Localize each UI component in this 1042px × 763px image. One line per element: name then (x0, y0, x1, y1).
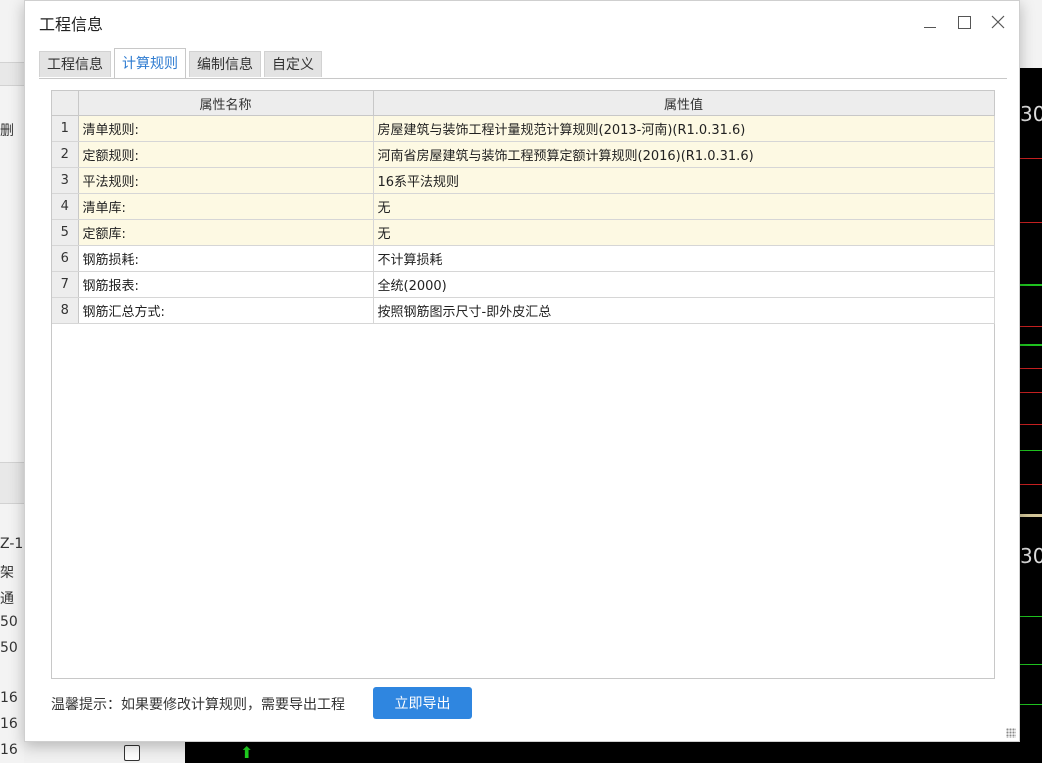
tab-divider (39, 78, 1007, 79)
canvas-dimension-label: 30 (1020, 544, 1042, 568)
table-row[interactable]: 2 定额规则: 河南省房屋建筑与装饰工程预算定额计算规则(2016)(R1.0.… (52, 141, 995, 168)
rules-grid: 属性名称 属性值 1 清单规则: 房屋建筑与装饰工程计量规范计算规则(2013-… (51, 90, 995, 679)
canvas-line (1020, 704, 1042, 705)
property-name-cell: 钢筋汇总方式: (78, 297, 374, 324)
tab-custom[interactable]: 自定义 (264, 51, 322, 77)
property-value-cell[interactable]: 无 (373, 219, 995, 246)
canvas-line (1020, 514, 1042, 517)
maximize-button[interactable] (951, 9, 977, 35)
row-number: 1 (52, 115, 79, 142)
property-name-cell: 定额规则: (78, 141, 374, 168)
corner-header-cell (52, 91, 79, 116)
table-row[interactable]: 8 钢筋汇总方式: 按照钢筋图示尺寸-即外皮汇总 (52, 297, 995, 324)
background-list-text: 16 (0, 742, 18, 758)
property-value-cell[interactable]: 无 (373, 193, 995, 220)
table-header-row: 属性名称 属性值 (52, 91, 995, 116)
canvas-line (1020, 344, 1042, 346)
canvas-line (1020, 616, 1042, 617)
canvas-line (1020, 158, 1042, 159)
project-info-dialog: 工程信息 工程信息 计算规则 编制信息 自定义 属性名称 属性值 1 清单规则:… (24, 0, 1020, 742)
background-list-text: 16 (0, 690, 18, 706)
background-list-text: 架 (0, 565, 14, 581)
property-value-cell[interactable]: 房屋建筑与装饰工程计量规范计算规则(2013-河南)(R1.0.31.6) (373, 115, 995, 142)
minimize-icon (924, 26, 936, 28)
background-drawing-canvas: 30 30 (1020, 68, 1042, 763)
canvas-line (1020, 392, 1042, 393)
background-toolbar-strip (0, 62, 24, 86)
background-canvas-bottom (185, 742, 1020, 763)
row-number: 2 (52, 141, 79, 168)
background-list-text: 50 (0, 640, 18, 656)
property-name-cell: 钢筋报表: (78, 271, 374, 298)
row-number: 3 (52, 167, 79, 194)
canvas-line (1020, 222, 1042, 223)
background-list-text: 16 (0, 716, 18, 732)
canvas-dimension-label: 30 (1020, 102, 1042, 126)
background-checkbox[interactable] (124, 745, 140, 761)
background-app-left-panel: 删 Z-1 架 通 50 50 16 16 16 (0, 0, 25, 763)
canvas-line (1020, 664, 1042, 665)
background-list-text: 通 (0, 591, 14, 607)
export-now-button[interactable]: 立即导出 (373, 687, 472, 719)
close-icon (991, 15, 1005, 29)
background-list-text: Z-1 (0, 536, 24, 552)
tab-bar: 工程信息 计算规则 编制信息 自定义 (39, 48, 325, 78)
property-name-cell: 平法规则: (78, 167, 374, 194)
property-value-cell[interactable]: 按照钢筋图示尺寸-即外皮汇总 (373, 297, 995, 324)
property-name-cell: 钢筋损耗: (78, 245, 374, 272)
tab-compilation-info[interactable]: 编制信息 (189, 51, 261, 77)
property-value-cell[interactable]: 全统(2000) (373, 271, 995, 298)
table-row[interactable]: 7 钢筋报表: 全统(2000) (52, 271, 995, 298)
table-row[interactable]: 6 钢筋损耗: 不计算损耗 (52, 245, 995, 272)
background-delete-text: 删 (0, 123, 14, 139)
table-row[interactable]: 5 定额库: 无 (52, 219, 995, 246)
canvas-line (1020, 450, 1042, 451)
property-name-cell: 清单库: (78, 193, 374, 220)
canvas-line (1020, 326, 1042, 327)
row-number: 7 (52, 271, 79, 298)
canvas-line (1020, 484, 1042, 485)
column-header-property-value[interactable]: 属性值 (373, 91, 995, 116)
table-row[interactable]: 4 清单库: 无 (52, 193, 995, 220)
property-value-cell[interactable]: 不计算损耗 (373, 245, 995, 272)
background-list-text: 50 (0, 614, 18, 630)
maximize-icon (957, 15, 971, 29)
hint-text: 温馨提示：如果要修改计算规则，需要导出工程 (51, 697, 345, 713)
tab-calculation-rules[interactable]: 计算规则 (114, 48, 186, 78)
property-name-cell: 清单规则: (78, 115, 374, 142)
minimize-button[interactable] (917, 9, 943, 35)
axis-arrow-icon: ⬆ (240, 743, 254, 762)
canvas-line (1020, 284, 1042, 286)
canvas-line (1020, 368, 1042, 369)
property-value-cell[interactable]: 河南省房屋建筑与装饰工程预算定额计算规则(2016)(R1.0.31.6) (373, 141, 995, 168)
property-name-cell: 定额库: (78, 219, 374, 246)
dialog-title: 工程信息 (39, 15, 104, 34)
row-number: 4 (52, 193, 79, 220)
row-number: 5 (52, 219, 79, 246)
tab-project-info[interactable]: 工程信息 (39, 51, 111, 77)
table-row[interactable]: 3 平法规则: 16系平法规则 (52, 167, 995, 194)
rules-table: 属性名称 属性值 1 清单规则: 房屋建筑与装饰工程计量规范计算规则(2013-… (52, 91, 995, 324)
row-number: 8 (52, 297, 79, 324)
row-number: 6 (52, 245, 79, 272)
column-header-property-name[interactable]: 属性名称 (78, 91, 374, 116)
property-value-cell[interactable]: 16系平法规则 (373, 167, 995, 194)
table-row[interactable]: 1 清单规则: 房屋建筑与装饰工程计量规范计算规则(2013-河南)(R1.0.… (52, 115, 995, 142)
canvas-line (1020, 424, 1042, 425)
background-panel-strip (0, 462, 24, 504)
close-button[interactable] (985, 9, 1011, 35)
resize-grip-icon[interactable] (1006, 728, 1016, 738)
dialog-titlebar[interactable]: 工程信息 (25, 1, 1021, 43)
